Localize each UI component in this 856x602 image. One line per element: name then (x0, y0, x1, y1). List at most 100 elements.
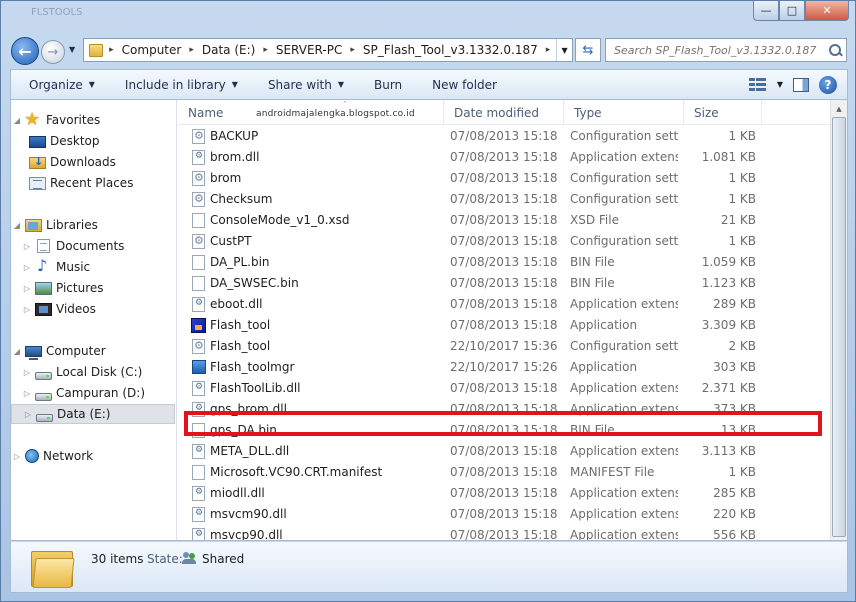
nav-pictures[interactable]: ▷ Pictures (11, 278, 175, 298)
navigation-row: ← → ▼ ▸ Computer ▸ Data (E:) ▸ SERVER-PC… (7, 35, 849, 65)
new-folder-label: New folder (432, 77, 497, 92)
expand-triangle-icon[interactable]: ▷ (21, 284, 33, 293)
breadcrumb-server-pc[interactable]: SERVER-PC (274, 43, 344, 57)
file-row[interactable]: Flash_tool 07/08/2013 15:18 Application 3.3… (178, 315, 833, 336)
vertical-scrollbar[interactable]: ▲ (830, 100, 847, 540)
search-input[interactable] (606, 40, 824, 60)
include-in-library-button[interactable]: Include in library ▼ (107, 78, 250, 92)
file-type: Application (570, 318, 638, 332)
file-row[interactable]: miodll.dll 07/08/2013 15:18 Application ex… (178, 483, 833, 504)
expand-triangle-icon[interactable]: ▷ (21, 242, 33, 251)
file-name: brom.dll (210, 150, 260, 164)
file-row[interactable]: Flash_tool 22/10/2017 15:36 Configuration … (178, 336, 833, 357)
expand-triangle-icon[interactable]: ▷ (21, 263, 33, 272)
nav-label: Documents (56, 239, 125, 253)
forward-button[interactable]: → (41, 40, 65, 64)
nav-computer[interactable]: ◢ Computer (11, 341, 175, 361)
file-row[interactable]: Microsoft.VC90.CRT.manifest 07/08/2013 15… (178, 462, 833, 483)
back-button[interactable]: ← (11, 37, 39, 65)
nav-local-disk-c[interactable]: ▷ Local Disk (C:) (11, 362, 175, 382)
file-row[interactable]: Flash_toolmgr 22/10/2017 15:26 Application… (178, 357, 833, 378)
file-row[interactable]: DA_SWSEC.bin 07/08/2013 15:18 BIN File 1.12… (178, 273, 833, 294)
chevron-right-icon[interactable]: ▸ (540, 45, 557, 55)
nav-videos[interactable]: ▷ Videos (11, 299, 175, 319)
nav-recent-places[interactable]: Recent Places (11, 173, 175, 193)
help-icon[interactable]: ? (819, 75, 837, 94)
computer-icon (25, 345, 42, 360)
expand-triangle-icon[interactable]: ◢ (11, 221, 23, 230)
nav-network[interactable]: ▷ Network (11, 446, 175, 466)
nav-downloads[interactable]: Downloads (11, 152, 175, 172)
column-label: Type (574, 105, 602, 120)
chevron-right-icon[interactable]: ▸ (103, 45, 120, 55)
navigation-pane: ◢ Favorites Desktop Downloads Recent Pla… (11, 100, 177, 540)
file-type: BIN File (570, 423, 615, 437)
search-icon[interactable] (828, 43, 842, 57)
command-bar: Organize ▼ Include in library ▼ Share with… (10, 69, 848, 99)
column-header-type[interactable]: Type (564, 100, 684, 125)
file-type: Configuration sett... (570, 339, 678, 353)
expand-triangle-icon[interactable]: ▷ (11, 452, 23, 461)
file-row[interactable]: META_DLL.dll 07/08/2013 15:18 Application … (178, 441, 833, 462)
chevron-right-icon[interactable]: ▸ (344, 45, 361, 55)
new-folder-button[interactable]: New folder (414, 78, 509, 92)
nav-libraries[interactable]: ◢ Libraries (11, 215, 175, 235)
expand-triangle-icon[interactable]: ◢ (11, 347, 23, 356)
chevron-right-icon[interactable]: ▸ (257, 45, 274, 55)
file-row[interactable]: brom 07/08/2013 15:18 Configuration sett..… (178, 168, 833, 189)
file-date-modified: 07/08/2013 15:18 (450, 528, 558, 540)
column-header-date-modified[interactable]: Date modified (444, 100, 564, 125)
disk-drive-icon (36, 414, 53, 422)
chevron-down-icon[interactable]: ▼ (777, 80, 783, 89)
chevron-right-icon[interactable]: ▸ (183, 45, 200, 55)
file-type: Application extens... (570, 528, 678, 540)
close-button[interactable]: ✕ (805, 1, 849, 21)
refresh-button[interactable]: ⇆ (575, 38, 601, 62)
address-bar[interactable]: ▸ Computer ▸ Data (E:) ▸ SERVER-PC ▸ SP_… (83, 38, 573, 62)
nav-documents[interactable]: ▷ Documents (11, 236, 175, 256)
share-with-button[interactable]: Share with ▼ (250, 78, 356, 92)
expand-triangle-icon[interactable]: ▷ (21, 368, 33, 377)
address-dropdown[interactable]: ▼ (556, 39, 572, 61)
file-row[interactable]: gps_brom.dll 07/08/2013 15:18 Application … (178, 399, 833, 420)
nav-data-e[interactable]: ▷ Data (E:) (11, 404, 175, 424)
breadcrumb-data-e[interactable]: Data (E:) (200, 43, 257, 57)
expand-triangle-icon[interactable]: ▷ (21, 305, 33, 314)
file-row[interactable]: BACKUP 07/08/2013 15:18 Configuration sett… (178, 126, 833, 147)
expand-triangle-icon[interactable]: ▷ (21, 389, 33, 398)
file-row[interactable]: CustPT 07/08/2013 15:18 Configuration sett… (178, 231, 833, 252)
nav-campuran-d[interactable]: ▷ Campuran (D:) (11, 383, 175, 403)
expand-triangle-icon[interactable]: ◢ (11, 116, 23, 125)
file-row[interactable]: msvcp90.dll 07/08/2013 15:18 Application e… (178, 525, 833, 540)
column-header-size[interactable]: Size (684, 100, 762, 125)
search-box[interactable] (605, 38, 847, 62)
file-row[interactable]: gps_DA.bin 07/08/2013 15:18 BIN File 13 KB (178, 420, 833, 441)
breadcrumb-computer[interactable]: Computer (120, 43, 184, 57)
file-row[interactable]: FlashToolLib.dll 07/08/2013 15:18 Applicat… (178, 378, 833, 399)
minimize-button[interactable]: — (753, 1, 779, 21)
maximize-button[interactable]: □ (779, 1, 805, 21)
title-bar[interactable]: FLSTOOLS — □ ✕ (1, 1, 855, 31)
nav-label: Local Disk (C:) (56, 365, 143, 379)
file-row[interactable]: DA_PL.bin 07/08/2013 15:18 BIN File 1.059 K… (178, 252, 833, 273)
breadcrumb-sp-flash-tool[interactable]: SP_Flash_Tool_v3.1332.0.187 (361, 43, 540, 57)
nav-desktop[interactable]: Desktop (11, 131, 175, 151)
file-row[interactable]: ConsoleMode_v1_0.xsd 07/08/2013 15:18 XSD … (178, 210, 833, 231)
view-options-icon[interactable] (748, 77, 767, 92)
scrollbar-thumb[interactable] (832, 117, 846, 537)
expand-triangle-icon[interactable]: ▷ (22, 410, 34, 419)
preview-pane-icon[interactable] (793, 77, 809, 92)
recent-pages-dropdown[interactable]: ▼ (69, 45, 75, 54)
nav-music[interactable]: ▷ Music (11, 256, 175, 277)
nav-favorites[interactable]: ◢ Favorites (11, 109, 175, 130)
nav-label: Music (56, 260, 91, 274)
config-icon (192, 234, 205, 249)
file-row[interactable]: brom.dll 07/08/2013 15:18 Application exte… (178, 147, 833, 168)
file-row[interactable]: msvcm90.dll 07/08/2013 15:18 Application e… (178, 504, 833, 525)
file-row[interactable]: eboot.dll 07/08/2013 15:18 Application ext… (178, 294, 833, 315)
organize-button[interactable]: Organize ▼ (11, 78, 107, 92)
scroll-up-icon[interactable]: ▲ (831, 100, 847, 117)
burn-button[interactable]: Burn (356, 78, 414, 92)
file-row[interactable]: Checksum 07/08/2013 15:18 Configuration se… (178, 189, 833, 210)
dll-icon (192, 507, 205, 522)
